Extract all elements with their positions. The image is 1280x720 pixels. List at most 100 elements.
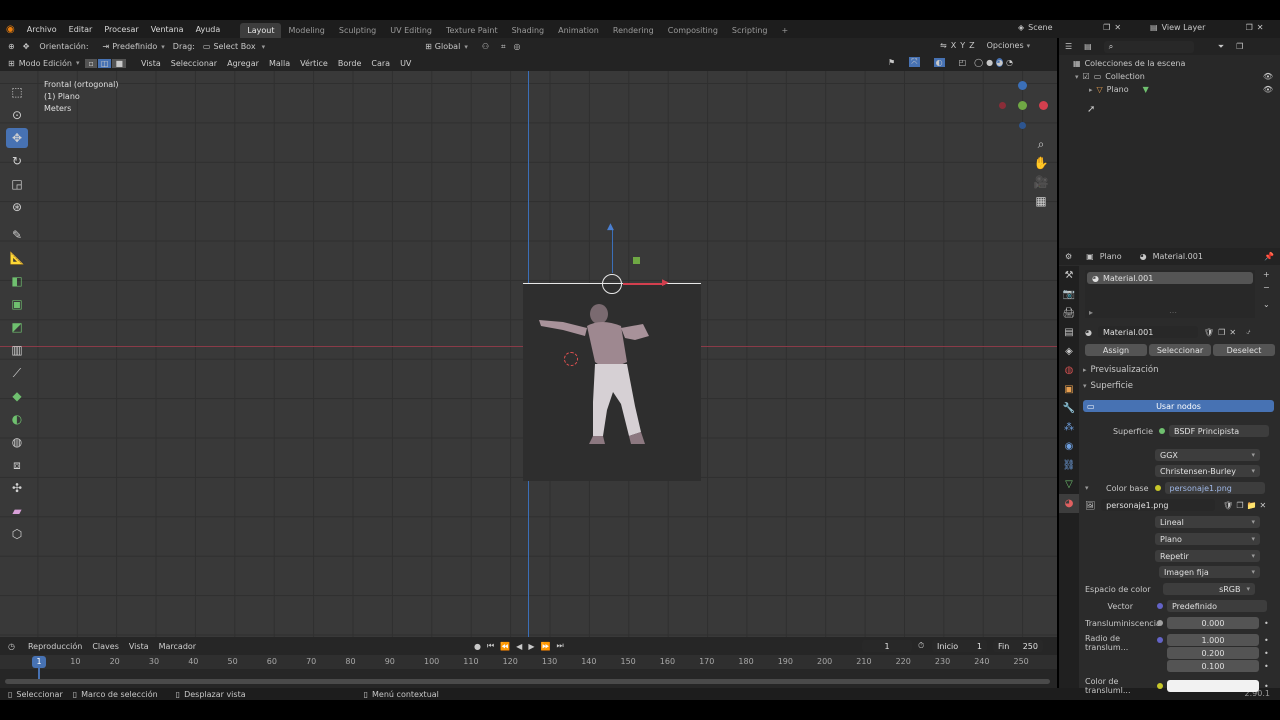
outliner-root[interactable]: ▦ Colecciones de la escena — [1073, 59, 1185, 68]
list-grip-icon[interactable]: ⋯ — [1169, 308, 1177, 317]
transform-icon[interactable]: ⊛ — [6, 197, 28, 217]
material-shading-icon[interactable]: ◕ — [996, 57, 1004, 67]
select-button[interactable]: Seleccionar — [1149, 344, 1211, 356]
base-color-field[interactable]: personaje1.png — [1164, 482, 1265, 494]
record-icon[interactable]: ● — [474, 642, 481, 651]
deselect-button[interactable]: Deselect — [1213, 344, 1275, 356]
spin-icon[interactable]: ◐ — [6, 409, 28, 429]
tab-modeling[interactable]: Modeling — [281, 23, 331, 38]
menu-ventana[interactable]: Ventana — [145, 25, 190, 34]
snap-icon[interactable]: ⌗ — [501, 42, 506, 52]
face-select-icon[interactable]: ■ — [112, 58, 127, 68]
menu-vista-timeline[interactable]: Vista — [124, 642, 154, 651]
pan-hand-icon[interactable]: ✋ — [1034, 155, 1049, 171]
rotate-icon[interactable]: ↻ — [6, 151, 28, 171]
cursor-icon[interactable]: ⊙ — [6, 105, 28, 125]
eye-icon[interactable]: 👁 — [1263, 85, 1273, 94]
textured-plane[interactable] — [523, 283, 701, 481]
shear-icon[interactable]: ▰ — [6, 501, 28, 521]
3d-viewport[interactable]: Frontal (ortogonal) (1) Plano Meters ⬚ ⊙… — [0, 71, 1057, 637]
gizmo-neg-z-axis[interactable] — [1019, 122, 1026, 129]
tab-texture-paint[interactable]: Texture Paint — [439, 23, 505, 38]
menu-marcador[interactable]: Marcador — [154, 642, 201, 651]
slot-menu-icon[interactable]: ⌄ — [1263, 300, 1270, 309]
axis-z-toggle[interactable]: Z — [969, 41, 974, 50]
inset-icon[interactable]: ▣ — [6, 294, 28, 314]
expand-icon[interactable]: ▸ — [1089, 86, 1093, 94]
wireframe-shading-icon[interactable]: ◯ — [974, 58, 983, 67]
mesh-data-icon[interactable]: ▼ — [1143, 85, 1149, 94]
constraints-tab-icon[interactable]: ⛓ — [1059, 456, 1079, 475]
image-name-field[interactable]: personaje1.png — [1101, 499, 1216, 511]
move-icon[interactable]: ✥ — [6, 128, 28, 148]
scale-icon[interactable]: ◲ — [6, 174, 28, 194]
poly-build-icon[interactable]: ◆ — [6, 386, 28, 406]
source-dropdown[interactable]: Imagen fija ▾ — [1159, 566, 1260, 578]
move-gizmo-plane[interactable] — [633, 257, 640, 264]
delete-view-layer-icon[interactable]: ✕ — [1257, 23, 1264, 32]
menu-vertice[interactable]: Vértice — [295, 59, 333, 68]
unlink-material-icon[interactable]: ✕ — [1229, 328, 1236, 337]
add-slot-icon[interactable]: + — [1263, 270, 1270, 279]
smooth-icon[interactable]: ◍ — [6, 432, 28, 452]
expanded-icon[interactable]: ▾ — [1085, 484, 1089, 492]
tab-rendering[interactable]: Rendering — [606, 23, 661, 38]
menu-editar[interactable]: Editar — [63, 25, 99, 34]
scene-selector[interactable]: ◈ Scene ❐ ✕ — [1018, 23, 1121, 32]
rip-icon[interactable]: ⬡ — [6, 524, 28, 544]
menu-ayuda[interactable]: Ayuda — [190, 25, 227, 34]
orientation-dropdown[interactable]: ⇥ Predefinido ▾ — [103, 42, 165, 51]
navigation-gizmo[interactable] — [995, 79, 1051, 131]
menu-cara[interactable]: Cara — [366, 59, 395, 68]
material-name-field[interactable]: Material.001 — [1097, 326, 1198, 338]
outliner-collection-row[interactable]: ▾ ☑ ▭ Collection 👁 — [1075, 72, 1273, 81]
modifier-tab-icon[interactable]: 🔧 — [1059, 399, 1079, 418]
subsurface-color-swatch[interactable] — [1167, 680, 1259, 692]
color-space-dropdown[interactable]: sRGB ▾ — [1163, 583, 1255, 595]
material-slot-item[interactable]: ◕ Material.001 — [1087, 272, 1253, 284]
menu-reproduccion[interactable]: Reproducción — [23, 642, 87, 651]
pin-icon[interactable]: 📌 — [1264, 252, 1274, 261]
knife-icon[interactable]: ⟋ — [6, 363, 28, 383]
tab-sculpting[interactable]: Sculpting — [332, 23, 383, 38]
object-tab-icon[interactable]: ▣ — [1059, 380, 1079, 399]
vector-field[interactable]: Predefinido — [1167, 600, 1267, 612]
unlink-image-icon[interactable]: ✕ — [1259, 501, 1266, 510]
jump-start-icon[interactable]: ⏮ — [487, 641, 494, 651]
duplicate-material-icon[interactable]: ❐ — [1218, 328, 1225, 337]
annotate-icon[interactable]: ✎ — [6, 225, 28, 245]
drag-dropdown[interactable]: ▭ Select Box ▾ — [203, 42, 265, 51]
overlays-icon[interactable]: ◐ — [933, 57, 945, 67]
blender-logo-icon[interactable]: ◉ — [6, 24, 15, 35]
3d-cursor-icon[interactable] — [564, 352, 578, 366]
properties-editor-icon[interactable]: ⚙ — [1065, 252, 1072, 261]
shrink-fatten-icon[interactable]: ✣ — [6, 478, 28, 498]
next-keyframe-icon[interactable]: ⏩ — [540, 642, 550, 651]
extrude-icon[interactable]: ◧ — [6, 271, 28, 291]
add-workspace-icon[interactable]: + — [774, 23, 795, 38]
move-gizmo-z[interactable] — [612, 229, 613, 273]
clock-icon[interactable]: ⏱ — [918, 641, 924, 651]
keyframe-dot-icon[interactable]: • — [1264, 660, 1269, 673]
link-dropdown-icon[interactable]: ⍻ — [1246, 327, 1250, 337]
output-tab-icon[interactable]: 🖨 — [1059, 304, 1079, 323]
filter-icon[interactable]: ⏷ — [1218, 42, 1224, 52]
frame-ruler[interactable]: 10 20 30 40 50 60 70 80 90 100 110 120 130 140 150 160 1… — [0, 655, 1057, 669]
expand-icon[interactable]: ▾ — [1075, 73, 1079, 81]
rendered-shading-icon[interactable]: ◔ — [1006, 58, 1013, 67]
distribution-dropdown[interactable]: GGX ▾ — [1155, 449, 1260, 461]
loop-cut-icon[interactable]: ▥ — [6, 340, 28, 360]
scene-tab-icon[interactable]: ◈ — [1059, 342, 1079, 361]
timeline-editor-icon[interactable]: ◷ — [8, 642, 15, 651]
eye-icon[interactable]: 👁 — [1263, 72, 1273, 81]
delete-scene-icon[interactable]: ✕ — [1114, 23, 1121, 32]
radius-x-field[interactable]: 1.000 — [1167, 634, 1259, 646]
display-mode-icon[interactable]: ▤ — [1084, 42, 1092, 51]
play-reverse-icon[interactable]: ◀ — [516, 642, 522, 651]
gizmo-z-axis[interactable] — [1018, 81, 1027, 90]
menu-archivo[interactable]: Archivo — [21, 25, 63, 34]
new-view-layer-icon[interactable]: ❐ — [1246, 23, 1253, 32]
prev-keyframe-icon[interactable]: ⏪ — [500, 642, 510, 651]
menu-borde[interactable]: Borde — [333, 59, 367, 68]
menu-vista[interactable]: Vista — [136, 59, 166, 68]
